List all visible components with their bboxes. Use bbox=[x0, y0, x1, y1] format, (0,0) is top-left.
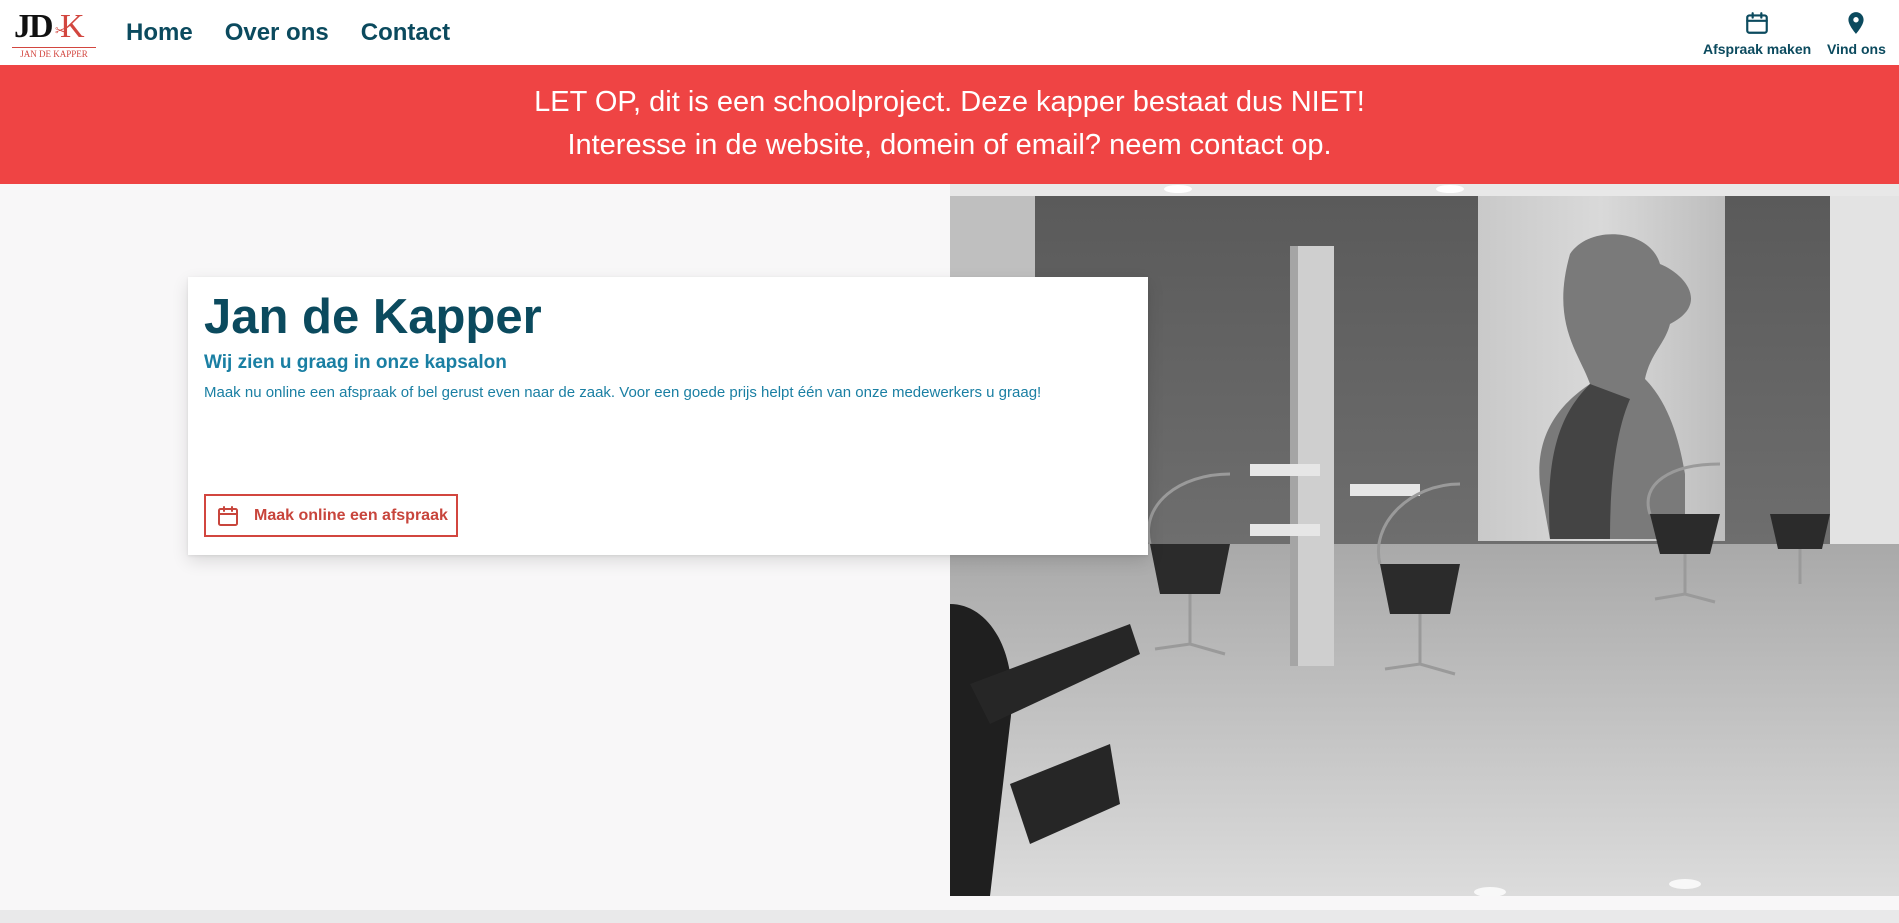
book-appointment-button[interactable]: Maak online een afspraak bbox=[204, 494, 458, 537]
header-appointment-button[interactable]: Afspraak maken bbox=[1703, 10, 1811, 57]
logo-subtitle: JAN DE KAPPER bbox=[12, 47, 96, 59]
calendar-icon bbox=[1746, 12, 1768, 34]
nav-link-home[interactable]: Home bbox=[126, 18, 193, 48]
nav-link-contact[interactable]: Contact bbox=[361, 18, 450, 48]
site-header: JD ✂ K JAN DE KAPPER Home Over ons Conta… bbox=[0, 0, 1899, 65]
hero-subtitle: Wij zien u graag in onze kapsalon bbox=[204, 352, 507, 373]
school-project-notice: LET OP, dit is een schoolproject. Deze k… bbox=[0, 65, 1899, 184]
hero-card: Jan de Kapper Wij zien u graag in onze k… bbox=[188, 277, 1148, 555]
hero-title: Jan de Kapper bbox=[204, 290, 542, 344]
notice-line-1: LET OP, dit is een schoolproject. Deze k… bbox=[534, 86, 1365, 118]
notice-line-2: Interesse in de website, domein of email… bbox=[567, 129, 1332, 161]
hero-description: Maak nu online een afspraak of bel gerus… bbox=[204, 384, 1042, 401]
nav-link-over-ons[interactable]: Over ons bbox=[225, 18, 329, 48]
book-appointment-label: Maak online een afspraak bbox=[254, 506, 448, 524]
logo-monogram-jd: JD bbox=[14, 8, 54, 45]
logo-monogram-k: K bbox=[60, 8, 85, 45]
site-logo[interactable]: JD ✂ K JAN DE KAPPER bbox=[12, 8, 96, 59]
page-bottom-strip bbox=[0, 910, 1899, 923]
header-find-us-button[interactable]: Vind ons bbox=[1827, 10, 1886, 57]
header-appointment-label: Afspraak maken bbox=[1703, 41, 1812, 57]
main-nav: Home Over ons Contact bbox=[126, 18, 450, 48]
header-find-us-label: Vind ons bbox=[1827, 41, 1886, 57]
calendar-icon bbox=[218, 505, 238, 526]
map-pin-icon bbox=[1848, 12, 1865, 34]
